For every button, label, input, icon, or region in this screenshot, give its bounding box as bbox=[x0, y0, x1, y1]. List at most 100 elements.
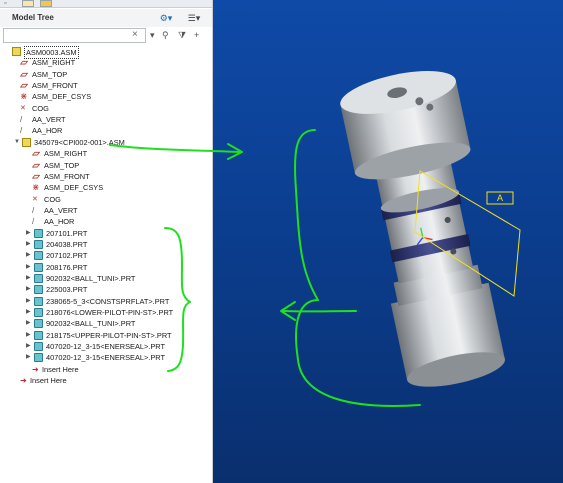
tree-node-label: ASM_FRONT bbox=[44, 171, 90, 181]
tree-node[interactable]: ▱ ASM_RIGHT bbox=[0, 57, 212, 68]
tree-node[interactable]: ▶ 207102.PRT bbox=[0, 250, 212, 261]
tree-node-label: ASM_TOP bbox=[32, 69, 68, 79]
part-icon bbox=[34, 239, 43, 249]
tree-node[interactable]: ▶ 218175<UPPER-PILOT-PIN-ST>.PRT bbox=[0, 330, 212, 341]
search-input[interactable] bbox=[3, 28, 146, 43]
chevron-down-icon[interactable]: ▾ bbox=[150, 30, 155, 41]
expand-toggle-icon[interactable]: ▶ bbox=[26, 296, 31, 307]
tree-node[interactable]: / AA_HOR bbox=[0, 125, 212, 136]
model-tree-panel: ▫ Model Tree ⚙▾ ☰▾ × ▾ ⚲ ⧩ + ASM0003.ASM… bbox=[0, 0, 213, 483]
expand-toggle-icon[interactable]: ▶ bbox=[26, 284, 31, 295]
expand-toggle-icon[interactable]: ▶ bbox=[26, 330, 31, 341]
tree-node[interactable]: ▶ 407020-12_3-15<ENERSEAL>.PRT bbox=[0, 352, 212, 363]
part-icon bbox=[34, 285, 43, 295]
part-icon bbox=[34, 308, 43, 318]
tree-node[interactable]: ▶ 225003.PRT bbox=[0, 284, 212, 295]
clear-icon[interactable]: × bbox=[132, 29, 138, 40]
tree-node-label: AA_HOR bbox=[44, 217, 75, 227]
expand-toggle-icon[interactable]: ▶ bbox=[26, 341, 31, 352]
find-icon[interactable]: ⚲ bbox=[162, 30, 169, 41]
expand-toggle-icon[interactable]: ▶ bbox=[26, 250, 31, 261]
datum-plane-icon: ▱ bbox=[20, 68, 27, 79]
datum-plane-icon: ▱ bbox=[20, 57, 27, 68]
tree-tab-icon[interactable]: ▫ bbox=[4, 0, 6, 7]
tree-node-label: 204038.PRT bbox=[46, 239, 88, 249]
tree-node[interactable]: ▶ 238065-5_3<CONSTSPRFLAT>.PRT bbox=[0, 296, 212, 307]
insert-icon: ➜ bbox=[20, 376, 27, 386]
part-icon bbox=[34, 262, 43, 272]
tree-node[interactable]: ASM0003.ASM bbox=[0, 46, 212, 59]
tree-node[interactable]: ▱ ASM_FRONT bbox=[0, 170, 212, 182]
tree-node-label: 902032<BALL_TUNI>.PRT bbox=[46, 319, 136, 329]
filter-icon[interactable]: ⧩ bbox=[178, 30, 186, 41]
tree-node[interactable]: ✕ COG bbox=[0, 103, 212, 114]
tree-node[interactable]: / AA_VERT bbox=[0, 205, 212, 216]
tree-node[interactable]: ▱ ASM_TOP bbox=[0, 68, 212, 80]
datum-plane-icon: ▱ bbox=[20, 80, 27, 91]
expand-toggle-icon[interactable]: ▶ bbox=[26, 307, 31, 318]
expand-toggle-icon[interactable]: ▶ bbox=[26, 262, 31, 273]
assembly-icon bbox=[12, 47, 21, 56]
datum-plane-icon: ▱ bbox=[32, 170, 39, 181]
tree-node[interactable]: ▶ 218076<LOWER-PILOT-PIN-ST>.PRT bbox=[0, 307, 212, 318]
tree-node[interactable]: ⋇ ASM_DEF_CSYS bbox=[0, 91, 212, 102]
add-icon[interactable]: + bbox=[194, 30, 199, 41]
part-icon bbox=[34, 296, 43, 306]
model-tree-header: Model Tree ⚙▾ ☰▾ bbox=[0, 9, 212, 27]
tree-node[interactable]: ▱ ASM_RIGHT bbox=[0, 148, 212, 159]
tree-node[interactable]: ▱ ASM_FRONT bbox=[0, 80, 212, 91]
expand-toggle-icon[interactable]: ▶ bbox=[26, 228, 31, 239]
tree-node[interactable]: / AA_VERT bbox=[0, 114, 212, 125]
panel-title: Model Tree bbox=[12, 13, 54, 22]
show-menu-icon[interactable]: ☰▾ bbox=[182, 12, 206, 24]
expand-toggle-icon[interactable]: ▶ bbox=[26, 318, 31, 329]
search-row: × ▾ ⚲ ⧩ + bbox=[0, 27, 212, 45]
tree-node[interactable]: ▼ 345079<CPI002-001>.ASM bbox=[0, 137, 212, 148]
tree-node[interactable]: ▶ 902032<BALL_TUNI>.PRT bbox=[0, 273, 212, 284]
graphics-viewport[interactable]: A bbox=[213, 0, 563, 483]
tree-node-label: ASM_RIGHT bbox=[44, 149, 88, 159]
tree-node-label: 407020-12_3-15<ENERSEAL>.PRT bbox=[46, 353, 166, 363]
tree-node[interactable]: ▶ 207101.PRT bbox=[0, 228, 212, 239]
expand-toggle-icon[interactable]: ▶ bbox=[26, 273, 31, 284]
tree-node[interactable]: ✕ COG bbox=[0, 194, 212, 205]
tree-node[interactable]: / AA_HOR bbox=[0, 216, 212, 227]
part-icon bbox=[34, 228, 43, 238]
insert-here-marker[interactable]: ➜ Insert Here bbox=[0, 364, 212, 375]
axis-icon: / bbox=[32, 217, 35, 227]
tree-node-label: 238065-5_3<CONSTSPRFLAT>.PRT bbox=[46, 296, 170, 306]
axis-icon: / bbox=[20, 126, 23, 136]
tree-node-label: 345079<CPI002-001>.ASM bbox=[34, 137, 125, 147]
datum-plane-icon: ▱ bbox=[32, 148, 39, 159]
expand-toggle-icon[interactable]: ▶ bbox=[26, 352, 31, 363]
tree-node[interactable]: ⋇ ASM_DEF_CSYS bbox=[0, 182, 212, 193]
tree-node[interactable]: ▶ 902032<BALL_TUNI>.PRT bbox=[0, 318, 212, 329]
settings-icon[interactable]: ⚙▾ bbox=[156, 12, 176, 24]
tree-node[interactable]: ▱ ASM_TOP bbox=[0, 160, 212, 171]
tree-node-label: Insert Here bbox=[30, 376, 67, 386]
expand-toggle-icon[interactable]: ▶ bbox=[26, 239, 31, 250]
csys-icon: ⋇ bbox=[20, 91, 28, 102]
tree-node-label: ASM_DEF_CSYS bbox=[32, 92, 92, 102]
tree-node-label: ASM_TOP bbox=[44, 160, 80, 170]
tree-node[interactable]: ▶ 407020-12_3-15<ENERSEAL>.PRT bbox=[0, 341, 212, 352]
insert-here-marker[interactable]: ➜ Insert Here bbox=[0, 375, 212, 386]
tree-node-label: 407020-12_3-15<ENERSEAL>.PRT bbox=[46, 342, 166, 352]
favorites-tab-icon[interactable] bbox=[40, 0, 52, 7]
tree-node[interactable]: ▶ 208176.PRT bbox=[0, 262, 212, 273]
tree-node-label: 218175<UPPER-PILOT-PIN-ST>.PRT bbox=[46, 330, 172, 340]
part-icon bbox=[34, 251, 43, 261]
folder-tab-icon[interactable] bbox=[22, 0, 34, 7]
axis-icon: / bbox=[32, 205, 35, 215]
assembly-icon bbox=[22, 137, 31, 147]
assembly-model[interactable]: A bbox=[213, 0, 563, 483]
tree-node-label: AA_VERT bbox=[44, 205, 78, 215]
collapse-toggle-icon[interactable]: ▼ bbox=[14, 137, 20, 148]
tree-node[interactable]: ▶ 204038.PRT bbox=[0, 239, 212, 250]
part-icon bbox=[34, 319, 43, 329]
tree-node-label: ASM_FRONT bbox=[32, 81, 78, 91]
cog-icon: ✕ bbox=[32, 195, 38, 203]
tree-node-label: COG bbox=[44, 194, 61, 204]
part-icon bbox=[34, 274, 43, 283]
csys-icon: ⋇ bbox=[32, 182, 40, 193]
